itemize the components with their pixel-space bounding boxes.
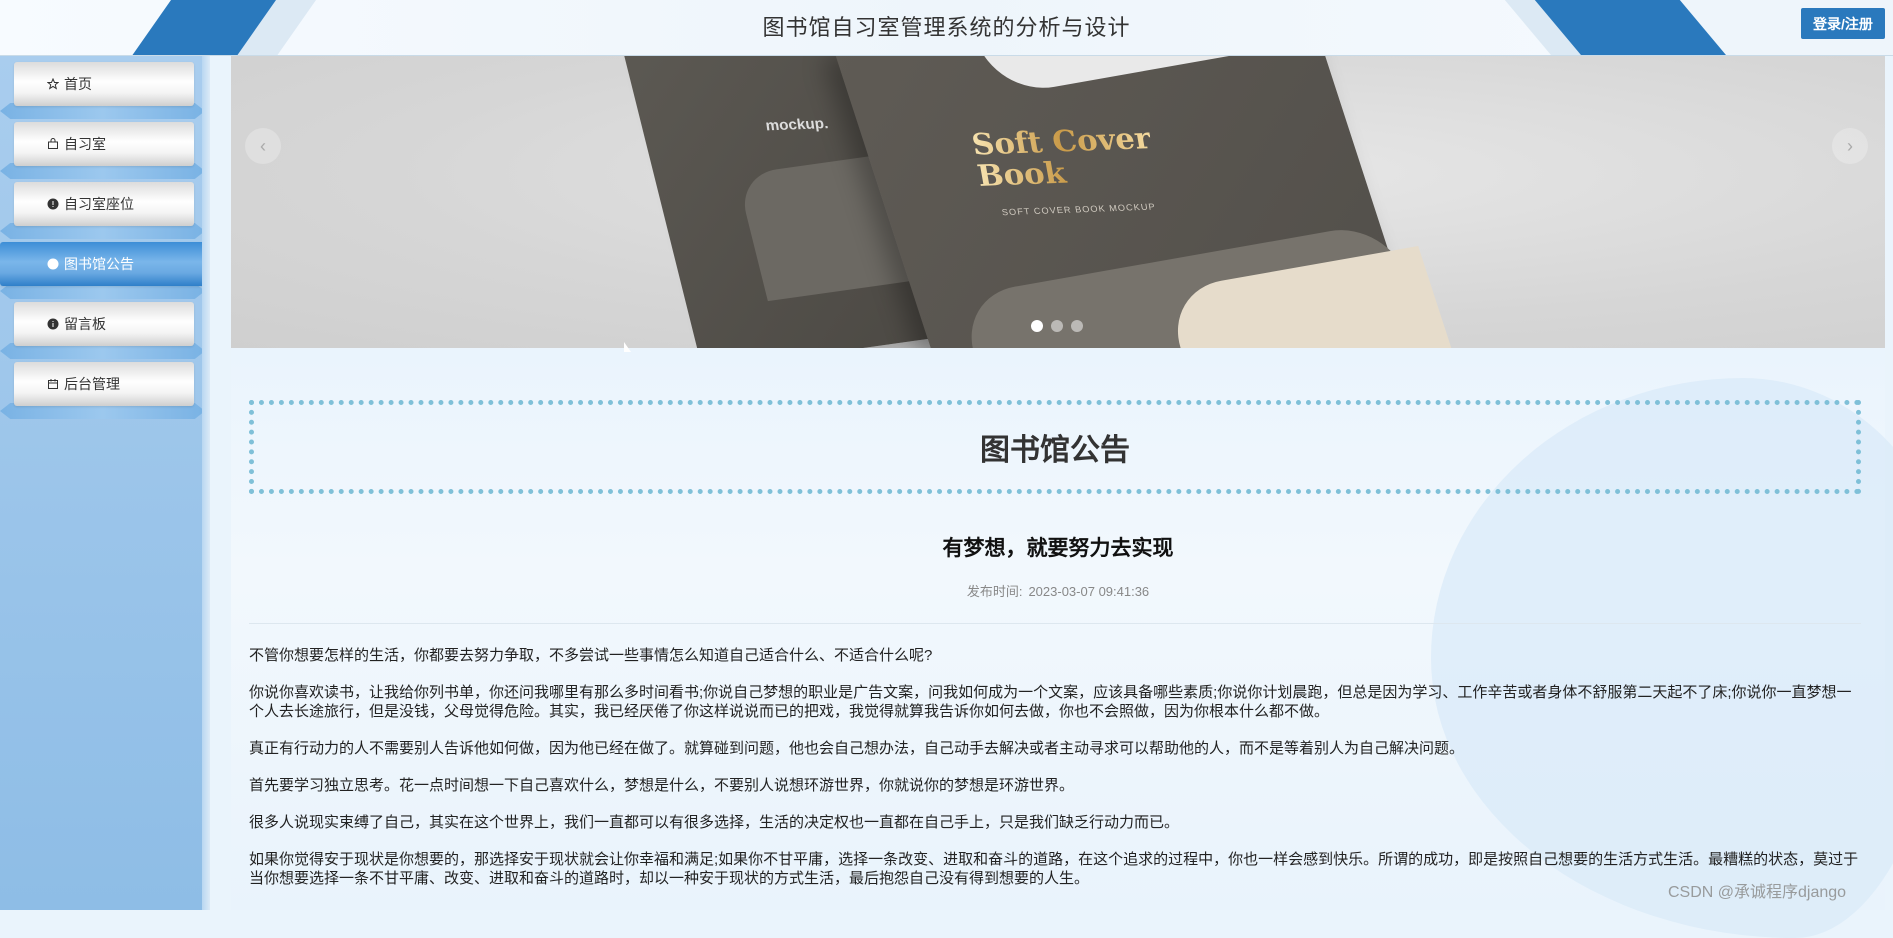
top-header: 图书馆自习室管理系统的分析与设计 登录/注册	[0, 0, 1893, 56]
banner-carousel[interactable]: mockup. Soft Cover Book SOFT COVER BOOK …	[231, 56, 1885, 348]
circle-icon	[46, 257, 60, 271]
bag-icon	[46, 137, 60, 151]
book-cover-cutout	[970, 56, 1320, 98]
carousel-dot[interactable]	[1031, 320, 1043, 332]
published-label: 发布时间:	[966, 584, 1023, 599]
article-paragraph: 如果你觉得安于现状是你想要的，那选择安于现状就会让你幸福和满足;如果你不甘平庸，…	[249, 851, 1859, 887]
published-time: 2023-03-07 09:41:36	[1028, 584, 1150, 599]
sidebar-item-label: 首页	[64, 76, 92, 92]
watermark: CSDN @承诚程序django	[1668, 884, 1847, 901]
carousel-slide-image-front-book: Soft Cover Book SOFT COVER BOOK MOCKUP	[832, 56, 1456, 348]
sidebar-item-message-board[interactable]: 留言板	[14, 302, 194, 346]
sidebar-item-label: 自习室座位	[64, 196, 134, 212]
article-title: 有梦想，就要努力去实现	[942, 537, 1174, 560]
sidebar-item-label: 后台管理	[64, 376, 120, 392]
info-circle-icon	[46, 317, 60, 331]
book-cover-title: Soft Cover Book	[970, 124, 1159, 193]
sidebar-item-admin[interactable]: 后台管理	[14, 362, 194, 406]
article-body: 不管你想要怎样的生活，你都要去努力争取，不多尝试一些事情怎么知道自己适合什么、不…	[249, 646, 1861, 906]
article-paragraph: 首先要学习独立思考。花一点时间想一下自己喜欢什么，梦想是什么，不要别人说想环游世…	[249, 777, 1075, 794]
login-register-button[interactable]: 登录/注册	[1801, 8, 1885, 39]
carousel-next-button[interactable]: ›	[1832, 128, 1868, 164]
sidebar-item-study-room[interactable]: 自习室	[14, 122, 194, 166]
carousel-indicators	[1031, 320, 1083, 332]
sidebar-item-study-seat[interactable]: 自习室座位	[14, 182, 194, 226]
article-paragraph: 真正有行动力的人不需要别人告诉他如何做，因为他已经在做了。就算碰到问题，他也会自…	[249, 740, 1465, 757]
sidebar-item-home[interactable]: 首页	[14, 62, 194, 106]
book-title-line2: Book	[974, 156, 1069, 194]
divider	[249, 623, 1861, 624]
carousel-prev-button[interactable]: ‹	[245, 128, 281, 164]
calendar-icon	[46, 377, 60, 391]
chevron-right-icon: ›	[1847, 135, 1853, 156]
star-icon	[46, 77, 60, 91]
mouse-cursor	[624, 342, 631, 352]
article-paragraph: 你说你喜欢读书，让我给你列书单，你还问我哪里有那么多时间看书;你说自己梦想的职业…	[249, 684, 1852, 720]
book-cover-subtitle: SOFT COVER BOOK MOCKUP	[1001, 201, 1157, 218]
carousel-dot[interactable]	[1071, 320, 1083, 332]
main-content: 图书馆公告 有梦想，就要努力去实现 发布时间: 2023-03-07 09:41:…	[231, 348, 1893, 938]
alert-circle-icon	[46, 197, 60, 211]
article-paragraph: 很多人说现实束缚了自己，其实在这个世界上，我们一直都可以有很多选择，生活的决定权…	[249, 814, 1180, 831]
chevron-left-icon: ‹	[260, 135, 266, 156]
section-header-box: 图书馆公告	[249, 400, 1861, 494]
section-title: 图书馆公告	[980, 434, 1130, 467]
article-meta: 发布时间: 2023-03-07 09:41:36	[231, 581, 1885, 600]
sidebar-item-label: 自习室	[64, 136, 106, 152]
sidebar-item-label: 留言板	[64, 316, 106, 332]
sidebar-nav: 首页 自习室 自习室座位 图书馆公告 留言板 后台管理	[0, 56, 210, 910]
sidebar-item-label: 图书馆公告	[64, 256, 134, 272]
sidebar-item-library-notice[interactable]: 图书馆公告	[0, 242, 208, 286]
article-paragraph: 不管你想要怎样的生活，你都要去努力争取，不多尝试一些事情怎么知道自己适合什么、不…	[249, 647, 933, 664]
site-title: 图书馆自习室管理系统的分析与设计	[762, 15, 1131, 40]
carousel-dot[interactable]	[1051, 320, 1063, 332]
book-mockup-label: mockup.	[764, 115, 830, 135]
